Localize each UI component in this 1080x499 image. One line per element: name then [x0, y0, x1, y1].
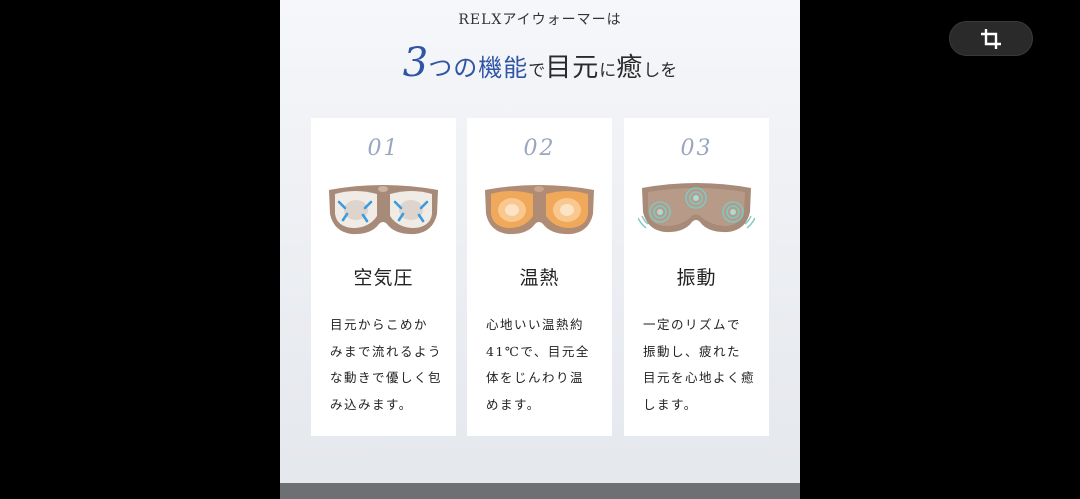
description-line: 心地いい温熱約: [486, 317, 585, 332]
headline-particle: に: [599, 61, 617, 81]
headline-text: 癒: [616, 53, 644, 83]
page-headline: 3つの機能で目元に癒しを: [280, 38, 800, 96]
image-viewer: RELXアイウォーマーは 3つの機能で目元に癒しを 01 空気圧 目元からこめか…: [0, 0, 1080, 499]
feature-description: 目元からこめか みまで流れるよう な動きで優しく包 み込みます。: [330, 312, 442, 418]
vibration-mask-icon: [637, 180, 756, 240]
feature-title: 空気圧: [353, 267, 414, 289]
feature-number: 03: [680, 136, 713, 161]
feature-card-vibration: 03 振動 一定のリズムで 振動し、疲れた 目元を心地よく癒 します。: [624, 118, 769, 436]
description-line: 41℃で、目元全: [486, 343, 590, 359]
description-line: めます。: [486, 396, 541, 412]
product-feature-page: RELXアイウォーマーは 3つの機能で目元に癒しを 01 空気圧 目元からこめか…: [280, 0, 800, 499]
description-line: み込みます。: [330, 396, 413, 412]
headline-number: 3: [402, 40, 429, 86]
description-line: します。: [643, 396, 698, 412]
air-pressure-mask-icon: [325, 180, 442, 240]
feature-number: 02: [523, 136, 556, 161]
page-bottom-bar: [280, 483, 800, 499]
description-line: 目元からこめか: [330, 317, 429, 332]
feature-description: 心地いい温熱約 41℃で、目元全 体をじんわり温 めます。: [486, 312, 598, 418]
description-line: 体をじんわり温: [486, 370, 585, 385]
crop-button[interactable]: [949, 21, 1033, 56]
feature-card-air-pressure: 01 空気圧 目元からこめか みまで流れるよう な動きで優しく包 み込みます。: [311, 118, 456, 436]
description-line: 振動し、疲れた: [643, 343, 742, 359]
feature-card-heat: 02 温熱 心地いい温熱約 41℃で、目元全 体をじんわり温 めます。: [467, 118, 612, 436]
description-line: みまで流れるよう: [330, 343, 443, 359]
description-line: 一定のリズムで: [643, 317, 742, 332]
crop-icon: [979, 27, 1003, 51]
feature-description: 一定のリズムで 振動し、疲れた 目元を心地よく癒 します。: [643, 312, 755, 418]
headline-particle: しを: [643, 61, 678, 81]
feature-title: 温熱: [519, 267, 560, 289]
description-line: な動きで優しく包: [330, 370, 443, 385]
feature-number: 01: [367, 136, 400, 161]
heat-mask-icon: [481, 180, 598, 240]
page-subtitle: RELXアイウォーマーは: [458, 12, 622, 28]
headline-particle: で: [528, 61, 546, 81]
feature-title: 振動: [676, 267, 717, 289]
headline-text: 目元: [545, 53, 600, 83]
description-line: 目元を心地よく癒: [643, 370, 756, 385]
headline-accent-text: つの機能: [428, 54, 529, 82]
